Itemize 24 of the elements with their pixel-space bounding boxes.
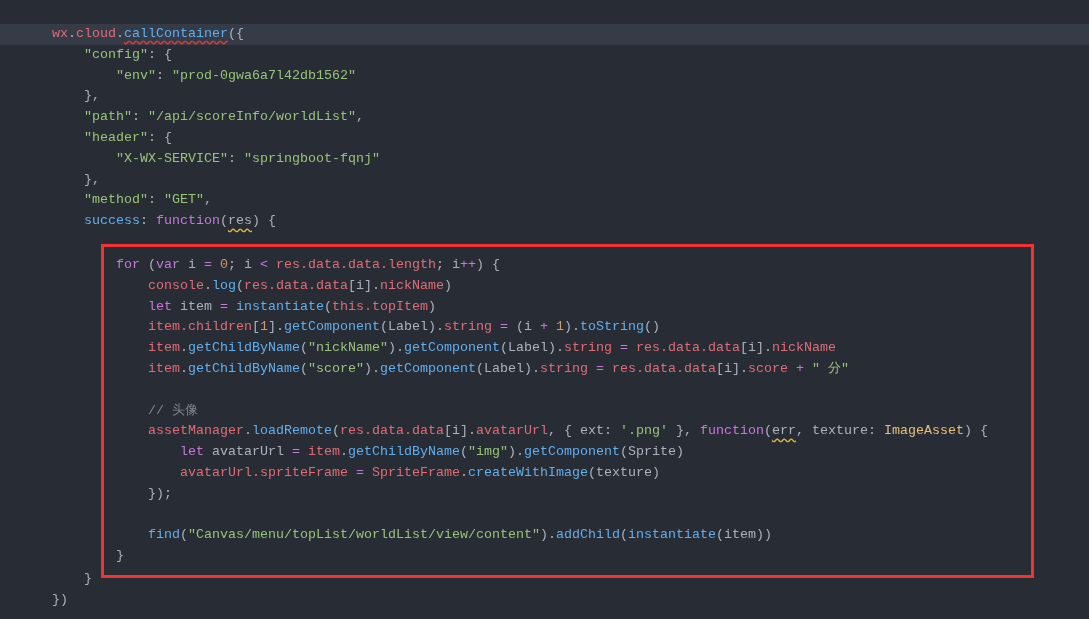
code-line: "path": "/api/scoreInfo/worldList", [83, 108, 365, 127]
code-line: }, [83, 87, 101, 106]
code-line: item.getChildByName("nickName").getComponent(Label).string = res.data.data[i].nickName [147, 339, 837, 358]
code-line: item.getChildByName("score").getComponent(Label).string = res.data.data[i].score + " 分" [147, 359, 850, 378]
code-line: let item = instantiate(this.topItem) [147, 297, 437, 316]
code-line: }) [51, 590, 69, 609]
code-line: for (var i = 0; i < res.data.data.length; i++) { [115, 255, 501, 274]
code-line: } [83, 569, 93, 588]
code-line: success: function(res) { [83, 212, 277, 231]
code-line: }); [147, 484, 173, 503]
code-line: assetManager.loadRemote(res.data.data[i].avatarUrl, { ext: '.png' }, function(err, texture: ImageAsset) { [147, 422, 989, 441]
code-line: "method": "GET", [83, 191, 213, 210]
code-line: "config": { [83, 45, 173, 64]
code-line: item.children[1].getComponent(Label).string = (i + 1).toString() [147, 318, 661, 337]
code-line: "env": "prod-0gwa6a7l42db1562" [115, 66, 357, 85]
code-line: // 头像 [147, 401, 199, 420]
code-line: "header": { [83, 129, 173, 147]
code-line: }, [83, 170, 101, 189]
code-line: console.log(res.data.data[i].nickName) [147, 276, 453, 295]
code-line: avatarUrl.spriteFrame = SpriteFrame.createWithImage(texture) [179, 463, 661, 482]
code-line: "X-WX-SERVICE": "springboot-fqnj" [115, 149, 381, 168]
code-line: } [115, 547, 125, 566]
code-line: find("Canvas/menu/topList/worldList/view/content").addChild(instantiate(item)) [147, 526, 773, 545]
code-line: let avatarUrl = item.getChildByName("img").getComponent(Sprite) [179, 443, 685, 462]
